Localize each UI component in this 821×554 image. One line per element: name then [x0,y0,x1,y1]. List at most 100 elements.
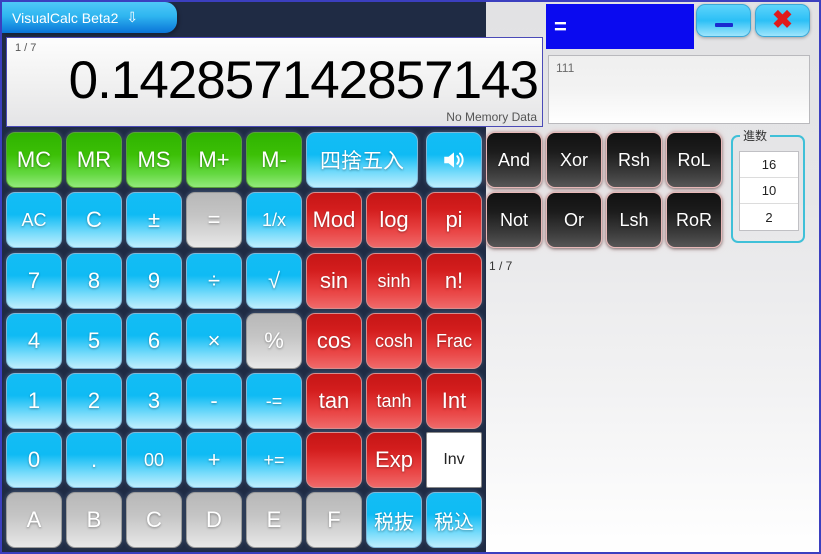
key-integer[interactable]: Int [426,373,482,429]
key-reciprocal[interactable]: 1/x [246,192,302,248]
key-right-shift[interactable]: Rsh [606,132,662,188]
key-hex-d[interactable]: D [186,492,242,548]
key-digit-0-label: 0 [27,447,41,472]
key-modulo[interactable]: Mod [306,192,362,248]
key-digit-3[interactable]: 3 [126,373,182,429]
key-decimal-point[interactable]: . [66,432,122,488]
key-square-root[interactable]: √ [246,253,302,309]
key-rotate-right[interactable]: RoR [666,192,722,248]
key-pi[interactable]: pi [426,192,482,248]
key-left-shift[interactable]: Lsh [606,192,662,248]
key-cosine-label: cos [316,328,352,353]
key-fraction[interactable]: Frac [426,313,482,369]
key-bitwise-or[interactable]: Or [546,192,602,248]
key-subtract[interactable]: - [186,373,242,429]
radix-option-2[interactable]: 2 [740,204,798,230]
key-tax-inclusive[interactable]: 税込 [426,492,482,548]
main-display[interactable]: 1 / 7 0.142857142857143 No Memory Data [6,37,543,127]
key-hex-b[interactable]: B [66,492,122,548]
key-hyperbolic-cosine[interactable]: cosh [366,313,422,369]
key-multiply-label: × [207,328,221,353]
key-clear-label: C [86,207,102,232]
key-memory-store[interactable]: MS [126,132,182,188]
key-digit-0[interactable]: 0 [6,432,62,488]
key-digit-8[interactable]: 8 [66,253,122,309]
key-hex-a[interactable]: A [6,492,62,548]
key-hex-f-label: F [327,507,341,532]
key-bitwise-or-label: Or [564,209,584,230]
equals-icon: = [554,14,567,39]
radix-option-list[interactable]: 16 10 2 [739,151,799,231]
key-percent-label: % [264,328,284,353]
key-logarithm[interactable]: log [366,192,422,248]
key-round-half-up[interactable]: 四捨五入 [306,132,418,188]
key-clear[interactable]: C [66,192,122,248]
key-memory-clear[interactable]: MC [6,132,62,188]
key-hex-b-label: B [86,507,102,532]
key-rotate-left-label: RoL [677,149,711,170]
key-sine[interactable]: sin [306,253,362,309]
key-bitwise-and[interactable]: And [486,132,542,188]
key-digit-1[interactable]: 1 [6,373,62,429]
key-memory-subtract[interactable]: M- [246,132,302,188]
radix-option-10[interactable]: 10 [740,178,798,204]
key-memory-add[interactable]: M+ [186,132,242,188]
key-sign-toggle[interactable]: ± [126,192,182,248]
radix-option-16[interactable]: 16 [740,152,798,178]
key-cosine[interactable]: cos [306,313,362,369]
key-memory-recall[interactable]: MR [66,132,122,188]
key-divide-label: ÷ [207,268,221,293]
key-bitwise-xor-label: Xor [559,149,588,170]
key-digit-9[interactable]: 9 [126,253,182,309]
key-hyperbolic-tangent[interactable]: tanh [366,373,422,429]
key-fraction-label: Frac [436,330,472,351]
key-exponent[interactable]: Exp [366,432,422,488]
key-hex-f[interactable]: F [306,492,362,548]
key-digit-7[interactable]: 7 [6,253,62,309]
key-blank[interactable] [306,432,362,488]
key-digit-2-label: 2 [87,388,101,413]
key-hex-d-label: D [206,507,222,532]
key-bitwise-xor[interactable]: Xor [546,132,602,188]
key-rotate-left[interactable]: RoL [666,132,722,188]
key-double-zero[interactable]: 00 [126,432,182,488]
key-exponent-label: Exp [375,447,413,472]
key-hyperbolic-sine[interactable]: sinh [366,253,422,309]
key-hex-e[interactable]: E [246,492,302,548]
key-add-equals[interactable]: += [246,432,302,488]
key-square-root-label: √ [267,268,281,293]
key-sign-toggle-label: ± [147,207,161,232]
chevron-down-icon[interactable]: ⇩ [126,9,138,26]
key-equals[interactable]: = [186,192,242,248]
radix-group: 進数 16 10 2 [731,127,805,243]
close-button[interactable]: ✖ [755,4,810,37]
key-multiply[interactable]: × [186,313,242,369]
key-hyperbolic-tangent-label: tanh [376,390,412,411]
window-title-tab[interactable]: VisualCalc Beta2 ⇩ [2,2,177,33]
key-round-half-up-label: 四捨五入 [320,150,404,173]
key-sound-toggle[interactable] [426,132,482,188]
key-digit-4[interactable]: 4 [6,313,62,369]
key-hex-c[interactable]: C [126,492,182,548]
key-digit-5[interactable]: 5 [66,313,122,369]
history-panel[interactable]: 111 [548,55,810,124]
key-all-clear[interactable]: AC [6,192,62,248]
key-digit-1-label: 1 [27,388,41,413]
key-bitwise-not[interactable]: Not [486,192,542,248]
key-tax-exclusive[interactable]: 税抜 [366,492,422,548]
key-tangent[interactable]: tan [306,373,362,429]
key-subtract-equals[interactable]: -= [246,373,302,429]
key-inverse[interactable]: Inv [426,432,482,488]
key-add-label: + [207,447,221,472]
memory-status-label: No Memory Data [446,110,537,124]
key-factorial[interactable]: n! [426,253,482,309]
key-digit-6[interactable]: 6 [126,313,182,369]
minimize-button[interactable] [696,4,751,37]
key-left-shift-label: Lsh [619,209,649,230]
key-digit-2[interactable]: 2 [66,373,122,429]
key-memory-clear-label: MC [16,147,52,172]
key-divide[interactable]: ÷ [186,253,242,309]
key-decimal-point-label: . [90,447,98,472]
key-percent[interactable]: % [246,313,302,369]
key-add[interactable]: + [186,432,242,488]
